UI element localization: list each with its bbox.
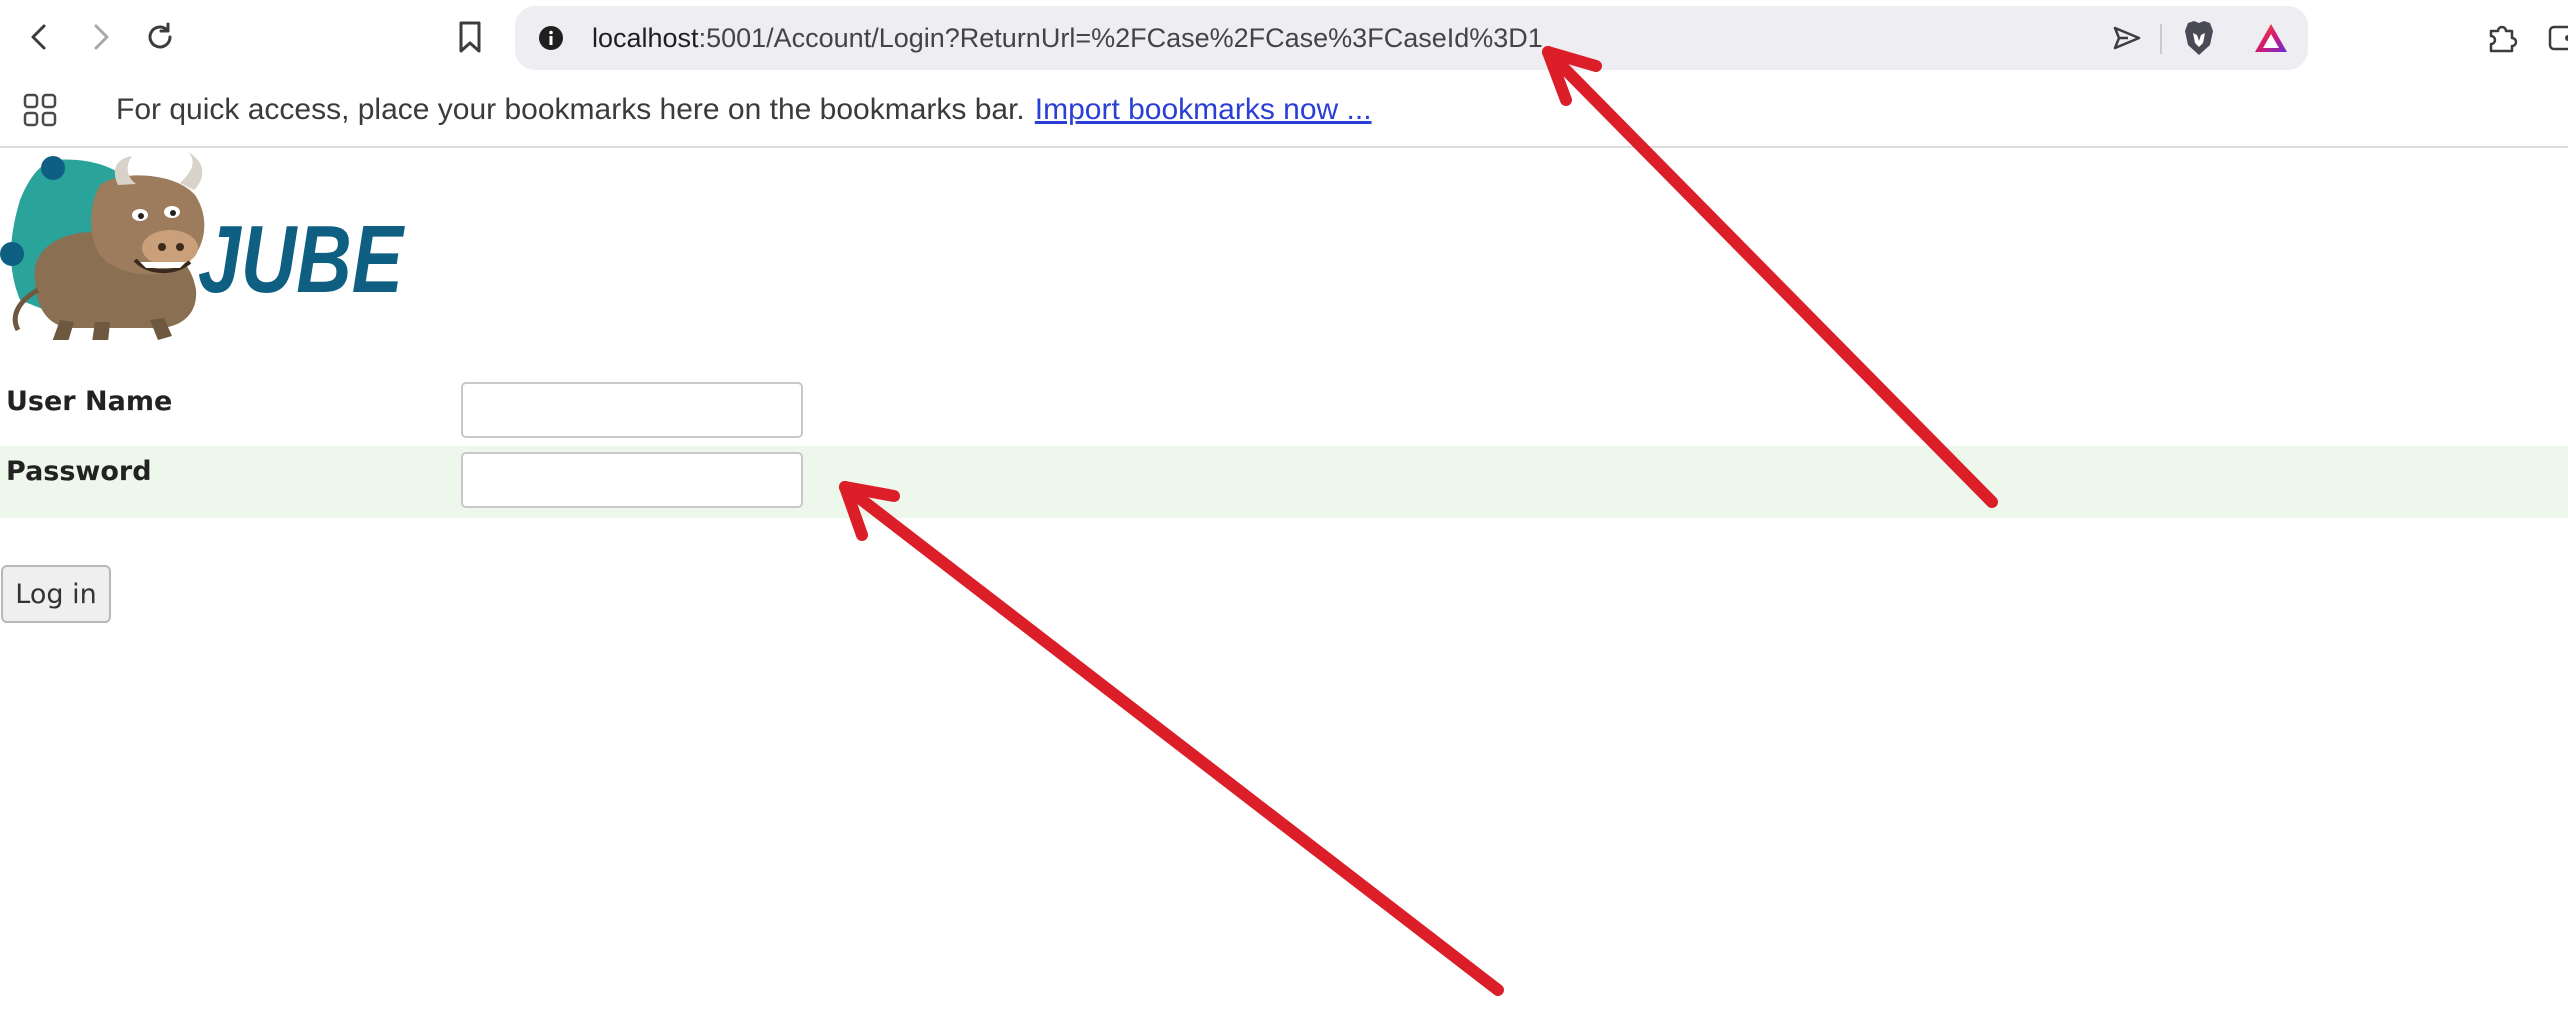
send-icon bbox=[2113, 26, 2141, 50]
username-input[interactable] bbox=[461, 382, 803, 438]
bookmarks-bar: For quick access, place your bookmarks h… bbox=[0, 74, 2568, 148]
url-path: :5001/Account/Login?ReturnUrl=%2FCase%2F… bbox=[698, 23, 1543, 53]
apps-button[interactable] bbox=[18, 88, 62, 132]
username-label: User Name bbox=[6, 386, 173, 417]
logo-dot-icon bbox=[41, 156, 65, 180]
address-bar[interactable]: localhost:5001/Account/Login?ReturnUrl=%… bbox=[515, 6, 2308, 70]
brave-rewards-triangle-icon bbox=[2255, 24, 2287, 52]
logo-text: JUBE bbox=[198, 206, 405, 313]
wallet-button[interactable] bbox=[2536, 9, 2568, 65]
forward-button[interactable] bbox=[72, 9, 128, 65]
password-label: Password bbox=[6, 456, 152, 487]
extensions-button[interactable] bbox=[2475, 9, 2531, 65]
reload-icon bbox=[148, 22, 172, 49]
browser-toolbar: localhost:5001/Account/Login?ReturnUrl=%… bbox=[0, 0, 2568, 74]
back-button[interactable] bbox=[12, 9, 68, 65]
password-input[interactable] bbox=[461, 452, 803, 508]
login-button[interactable]: Log in bbox=[1, 565, 111, 623]
site-info-button[interactable] bbox=[533, 20, 569, 56]
send-to-device-button[interactable] bbox=[2103, 14, 2151, 62]
password-row: Password bbox=[0, 446, 2568, 518]
forward-arrow-icon bbox=[94, 24, 109, 50]
brave-shields-button[interactable] bbox=[2175, 14, 2223, 62]
info-icon bbox=[539, 26, 563, 50]
bookmark-page-button[interactable] bbox=[442, 9, 498, 65]
wallet-icon bbox=[2548, 25, 2568, 51]
back-arrow-icon bbox=[31, 24, 46, 50]
browser-window: localhost:5001/Account/Login?ReturnUrl=%… bbox=[0, 0, 2568, 1034]
puzzle-piece-icon bbox=[2489, 25, 2518, 53]
url-text[interactable]: localhost:5001/Account/Login?ReturnUrl=%… bbox=[592, 6, 1543, 70]
reload-button[interactable] bbox=[132, 9, 188, 65]
address-bar-separator bbox=[2160, 24, 2162, 54]
logo-dot-icon bbox=[0, 242, 24, 266]
brave-lion-icon bbox=[2185, 21, 2213, 55]
jube-logo: JUBE bbox=[0, 150, 410, 342]
brave-rewards-button[interactable] bbox=[2247, 14, 2295, 62]
bookmark-icon bbox=[459, 21, 481, 53]
username-row: User Name bbox=[0, 376, 2568, 448]
apps-grid-icon bbox=[23, 93, 57, 127]
url-host: localhost bbox=[592, 23, 699, 53]
annotation-arrow-to-password bbox=[839, 481, 1504, 996]
bookmarks-hint-text: For quick access, place your bookmarks h… bbox=[116, 93, 1025, 126]
import-bookmarks-link[interactable]: Import bookmarks now ... bbox=[1035, 93, 1372, 126]
bookmarks-bar-message: For quick access, place your bookmarks h… bbox=[116, 74, 1372, 146]
